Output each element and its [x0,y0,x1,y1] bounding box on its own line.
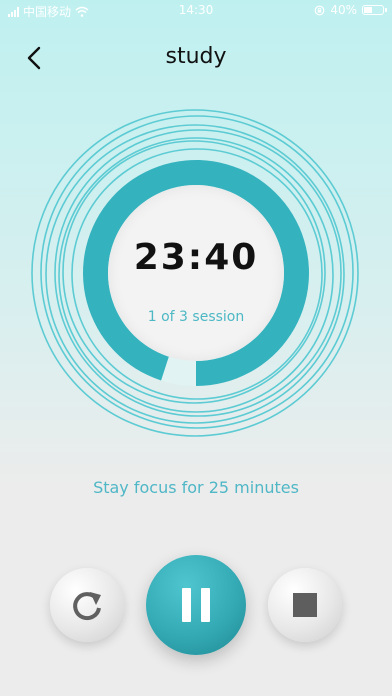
timer-controls [0,552,392,655]
page-title: study [165,44,227,69]
timer-time: 23:40 [133,237,259,278]
battery-percent: 40% [330,3,357,17]
timer-dial: 23:40 1 of 3 session [28,105,364,441]
restart-button[interactable] [50,568,124,642]
focus-message: Stay focus for 25 minutes [93,478,299,497]
session-counter: 1 of 3 session [147,309,245,325]
battery-icon [362,5,387,15]
restart-icon [73,592,101,621]
pause-icon [182,588,210,622]
orientation-lock-icon [314,5,325,15]
status-bar: 中国移动 14:30 40% [0,0,392,22]
pause-button[interactable] [146,555,246,655]
timer-center: 23:40 1 of 3 session [108,185,284,361]
nav-bar: study [0,36,392,80]
stop-button[interactable] [268,568,342,642]
stop-icon [293,593,317,617]
